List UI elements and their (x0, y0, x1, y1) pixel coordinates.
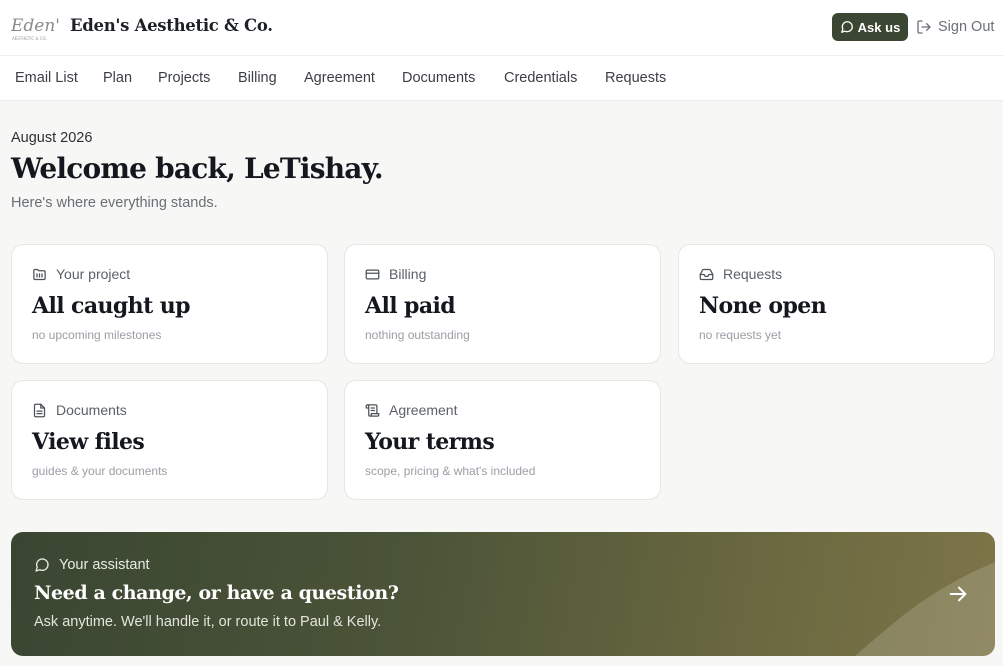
nav-item-billing[interactable]: Billing (238, 70, 277, 86)
card-header: Your project (32, 266, 130, 282)
sign-out-label: Sign Out (938, 19, 995, 35)
scroll-icon (365, 403, 380, 417)
svg-text:AESTHETIC & CO.: AESTHETIC & CO. (12, 36, 47, 41)
card-title: All paid (365, 293, 456, 319)
assistant-banner[interactable]: Your assistant Need a change, or have a … (11, 532, 995, 656)
card-subtitle: no upcoming milestones (32, 328, 162, 342)
main-nav: Email List Plan Projects Billing Agreeme… (0, 56, 1003, 101)
card-title: None open (699, 293, 827, 319)
brand-logo[interactable]: Eden's AESTHETIC & CO. (10, 11, 60, 43)
top-header: Eden's AESTHETIC & CO. Eden's Aesthetic … (0, 0, 1003, 56)
card-header: Agreement (365, 402, 457, 418)
billing-card[interactable]: Billing All paid nothing outstanding (344, 244, 661, 364)
project-card[interactable]: Your project All caught up no upcoming m… (11, 244, 328, 364)
card-subtitle: no requests yet (699, 328, 782, 342)
sign-out-button[interactable]: Sign Out (916, 17, 994, 37)
card-header: Documents (32, 402, 127, 418)
decorative-wave (855, 562, 995, 656)
arrow-right-icon[interactable] (947, 583, 969, 605)
assistant-subtitle: Ask anytime. We'll handle it, or route i… (34, 614, 382, 630)
assistant-header: Your assistant (34, 557, 150, 573)
card-title: Your terms (365, 429, 495, 455)
brand-name[interactable]: Eden's Aesthetic & Co. (70, 16, 273, 35)
chat-bubble-icon (35, 558, 49, 572)
page-subtitle: Here's where everything stands. (11, 195, 218, 211)
svg-text:Eden's: Eden's (10, 16, 60, 36)
file-text-icon (33, 403, 46, 417)
folder-icon (33, 268, 46, 280)
nav-item-agreement[interactable]: Agreement (304, 70, 375, 86)
nav-item-projects[interactable]: Projects (158, 70, 210, 86)
card-header: Requests (699, 266, 782, 282)
page-title: Welcome back, LeTishay. (11, 152, 384, 185)
card-label: Billing (389, 266, 427, 282)
card-header: Billing (365, 266, 426, 282)
ask-us-label: Ask us (857, 19, 901, 35)
requests-card[interactable]: Requests None open no requests yet (678, 244, 995, 364)
card-label: Requests (723, 266, 783, 282)
current-date: August 2026 (11, 130, 93, 146)
card-label: Documents (56, 402, 127, 418)
nav-item-plan[interactable]: Plan (103, 70, 132, 86)
card-label: Your project (56, 266, 131, 282)
card-title: View files (32, 429, 145, 455)
inbox-icon (699, 268, 714, 280)
nav-item-credentials[interactable]: Credentials (504, 70, 577, 86)
card-label: Agreement (389, 402, 458, 418)
assistant-title: Need a change, or have a question? (34, 582, 399, 604)
sign-out-icon (917, 20, 931, 34)
nav-item-email-list[interactable]: Email List (15, 70, 78, 86)
documents-card[interactable]: Documents View files guides & your docum… (11, 380, 328, 500)
card-subtitle: scope, pricing & what's included (365, 464, 536, 478)
nav-item-requests[interactable]: Requests (605, 70, 666, 86)
card-title: All caught up (32, 293, 190, 319)
credit-card-icon (365, 269, 380, 279)
nav-item-documents[interactable]: Documents (402, 70, 475, 86)
chat-bubble-icon (840, 21, 853, 33)
ask-us-button[interactable]: Ask us (832, 13, 908, 41)
card-subtitle: nothing outstanding (365, 328, 470, 342)
assistant-label: Your assistant (59, 557, 150, 573)
card-subtitle: guides & your documents (32, 464, 168, 478)
agreement-card[interactable]: Agreement Your terms scope, pricing & wh… (344, 380, 661, 500)
